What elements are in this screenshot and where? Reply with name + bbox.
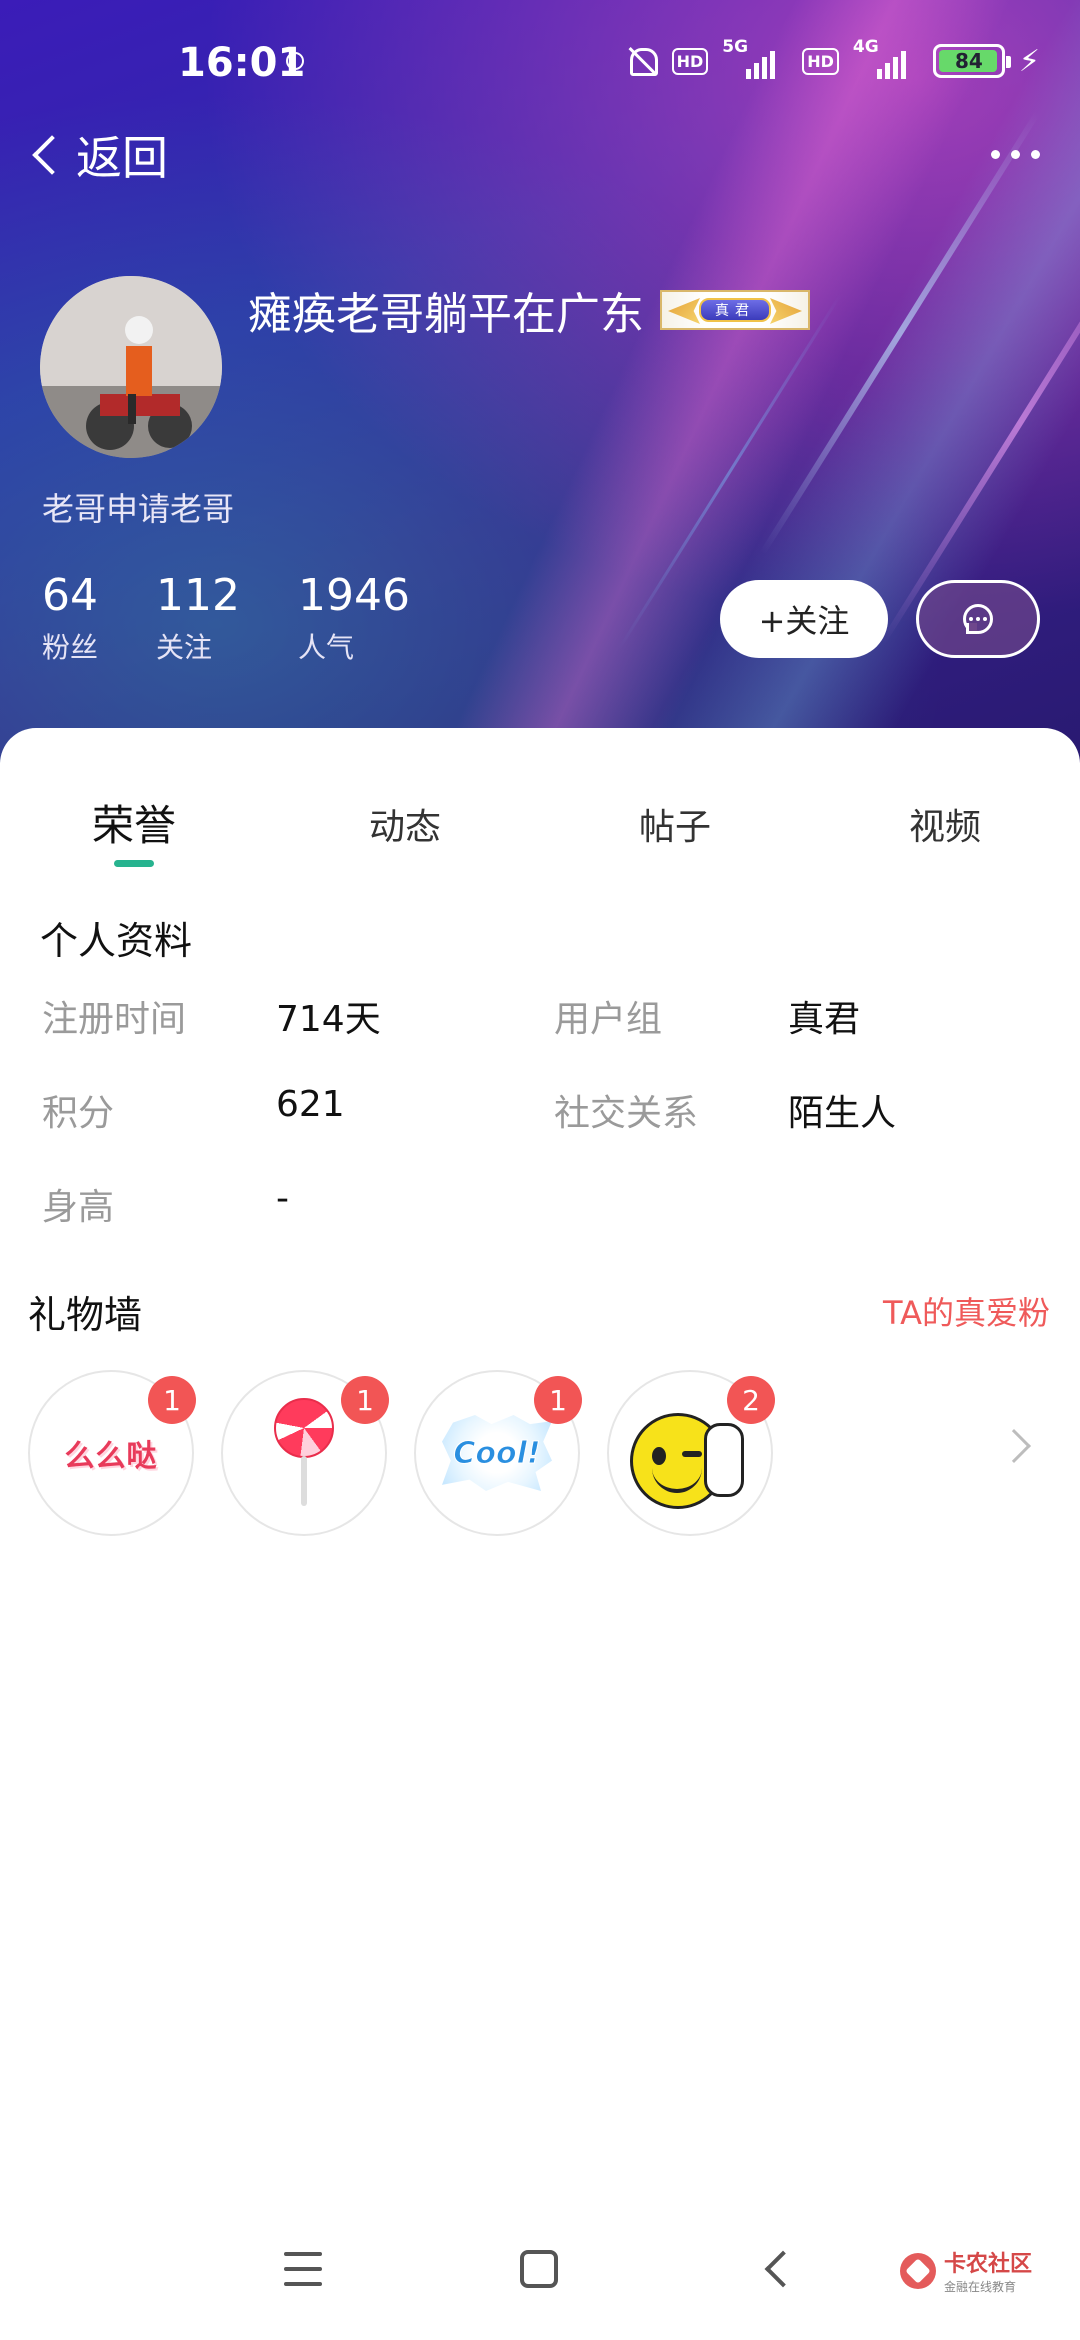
info-value: 真君 bbox=[788, 999, 861, 1040]
status-icons: HD 5G HD 4G 84 ⚡ bbox=[624, 37, 1040, 82]
info-label: 注册时间 bbox=[42, 999, 187, 1040]
light-streak bbox=[879, 200, 1080, 646]
info-label: 身高 bbox=[42, 1187, 115, 1228]
gift-item[interactable]: 1 bbox=[221, 1370, 389, 1536]
system-navigation-bar: 卡农社区 金融在线教育 bbox=[0, 2230, 1080, 2320]
gift-art-text: Cool! bbox=[453, 1435, 541, 1471]
info-label: 积分 bbox=[42, 1093, 115, 1134]
info-value: 陌生人 bbox=[788, 1093, 897, 1134]
stat-popularity[interactable]: 1946 人气 bbox=[298, 570, 410, 666]
gift-count-badge: 2 bbox=[727, 1376, 775, 1424]
profile-stats: 64 粉丝 112 关注 1946 人气 bbox=[42, 570, 410, 666]
profile-content-sheet: 荣誉 动态 帖子 视频 个人资料 注册时间 714天 用户组 真君 积分 621… bbox=[0, 728, 1080, 2340]
wing-icon bbox=[668, 298, 700, 324]
user-signature: 老哥申请老哥 bbox=[42, 490, 235, 528]
stat-value: 112 bbox=[156, 570, 240, 621]
back-label: 返回 bbox=[76, 131, 168, 185]
user-rank-badge: 真君 bbox=[660, 290, 810, 330]
watermark-title: 卡农社区 bbox=[944, 2252, 1033, 2277]
chevron-left-icon bbox=[32, 135, 72, 175]
stat-label: 人气 bbox=[298, 631, 355, 665]
tab-posts[interactable]: 帖子 bbox=[639, 798, 711, 850]
username: 瘫痪老哥躺平在广东 bbox=[248, 289, 644, 340]
stat-label: 关注 bbox=[156, 631, 213, 665]
more-dot-icon bbox=[1011, 150, 1020, 159]
rank-label: 真君 bbox=[699, 298, 771, 322]
stat-following[interactable]: 112 关注 bbox=[156, 570, 240, 666]
follow-button[interactable]: +关注 bbox=[720, 580, 888, 658]
gift-wall: 么么哒 1 1 Cool! 1 2 bbox=[28, 1370, 1052, 1538]
profile-info-grid: 注册时间 714天 用户组 真君 积分 621 社交关系 陌生人 身高 - bbox=[42, 990, 1042, 1272]
watermark-subtitle: 金融在线教育 bbox=[944, 2280, 1017, 2294]
message-button[interactable] bbox=[916, 580, 1040, 658]
info-value: - bbox=[276, 1178, 289, 1219]
more-options-button[interactable] bbox=[991, 150, 1040, 159]
stat-fans[interactable]: 64 粉丝 bbox=[42, 570, 99, 666]
tab-honor[interactable]: 荣誉 bbox=[92, 792, 176, 853]
wing-icon bbox=[770, 298, 802, 324]
stat-label: 粉丝 bbox=[42, 631, 99, 665]
battery-icon: 84 bbox=[932, 44, 1011, 78]
home-button[interactable] bbox=[520, 2250, 558, 2288]
info-row: 积分 621 社交关系 陌生人 bbox=[42, 1084, 1042, 1178]
cool-sticker-icon: Cool! bbox=[442, 1415, 552, 1491]
gift-item[interactable]: 么么哒 1 bbox=[28, 1370, 196, 1536]
bell-off-icon bbox=[624, 44, 658, 78]
system-back-button[interactable] bbox=[764, 2250, 802, 2288]
avatar[interactable] bbox=[40, 276, 222, 458]
clock-icon bbox=[286, 52, 304, 70]
info-row: 身高 - bbox=[42, 1178, 1042, 1272]
profile-tabs: 荣誉 动态 帖子 视频 bbox=[0, 792, 1080, 872]
gift-item[interactable]: 2 bbox=[607, 1370, 775, 1536]
recent-apps-button[interactable] bbox=[284, 2252, 322, 2286]
network-type-label: 4G bbox=[852, 37, 879, 57]
signal-icon: 4G bbox=[853, 37, 919, 81]
watermark-text: 卡农社区 金融在线教育 bbox=[944, 2246, 1032, 2295]
stat-value: 1946 bbox=[298, 570, 410, 621]
info-value: 714天 bbox=[276, 999, 381, 1040]
stat-value: 64 bbox=[42, 570, 98, 621]
network-type-label: 5G bbox=[722, 37, 749, 57]
lollipop-icon bbox=[269, 1398, 339, 1508]
hd-icon: HD bbox=[802, 47, 839, 75]
chat-icon bbox=[963, 604, 993, 634]
gift-item[interactable]: Cool! 1 bbox=[414, 1370, 582, 1536]
chevron-right-icon[interactable] bbox=[997, 1429, 1031, 1463]
back-button[interactable]: 返回 bbox=[28, 122, 168, 188]
username-row: 瘫痪老哥躺平在广东 真君 bbox=[248, 278, 810, 342]
info-label: 用户组 bbox=[554, 999, 663, 1040]
info-value: 621 bbox=[276, 1084, 345, 1125]
hd-icon: HD bbox=[671, 47, 709, 75]
watermark: 卡农社区 金融在线教育 bbox=[900, 2246, 1032, 2295]
info-row: 注册时间 714天 用户组 真君 bbox=[42, 990, 1042, 1084]
section-title-profile: 个人资料 bbox=[40, 919, 193, 963]
gift-art-text: 么么哒 bbox=[64, 1439, 158, 1474]
more-dot-icon bbox=[991, 150, 1000, 159]
gift-wall-title: 礼物墙 bbox=[28, 1293, 143, 1337]
active-tab-indicator bbox=[114, 860, 154, 867]
more-dot-icon bbox=[1031, 150, 1040, 159]
true-fans-link[interactable]: TA的真爱粉 bbox=[883, 1288, 1050, 1334]
gift-count-badge: 1 bbox=[148, 1376, 196, 1424]
tab-videos[interactable]: 视频 bbox=[909, 798, 981, 850]
kanong-logo-icon bbox=[900, 2252, 936, 2289]
gift-count-badge: 1 bbox=[341, 1376, 389, 1424]
status-bar: 16:01 HD 5G HD 4G 84 ⚡ bbox=[0, 30, 1080, 90]
signal-icon: 5G bbox=[722, 37, 788, 81]
gift-count-badge: 1 bbox=[534, 1376, 582, 1424]
battery-level: 84 bbox=[955, 49, 983, 73]
info-label: 社交关系 bbox=[554, 1093, 699, 1134]
charging-icon: ⚡ bbox=[1018, 43, 1040, 79]
tab-activity[interactable]: 动态 bbox=[369, 798, 441, 850]
